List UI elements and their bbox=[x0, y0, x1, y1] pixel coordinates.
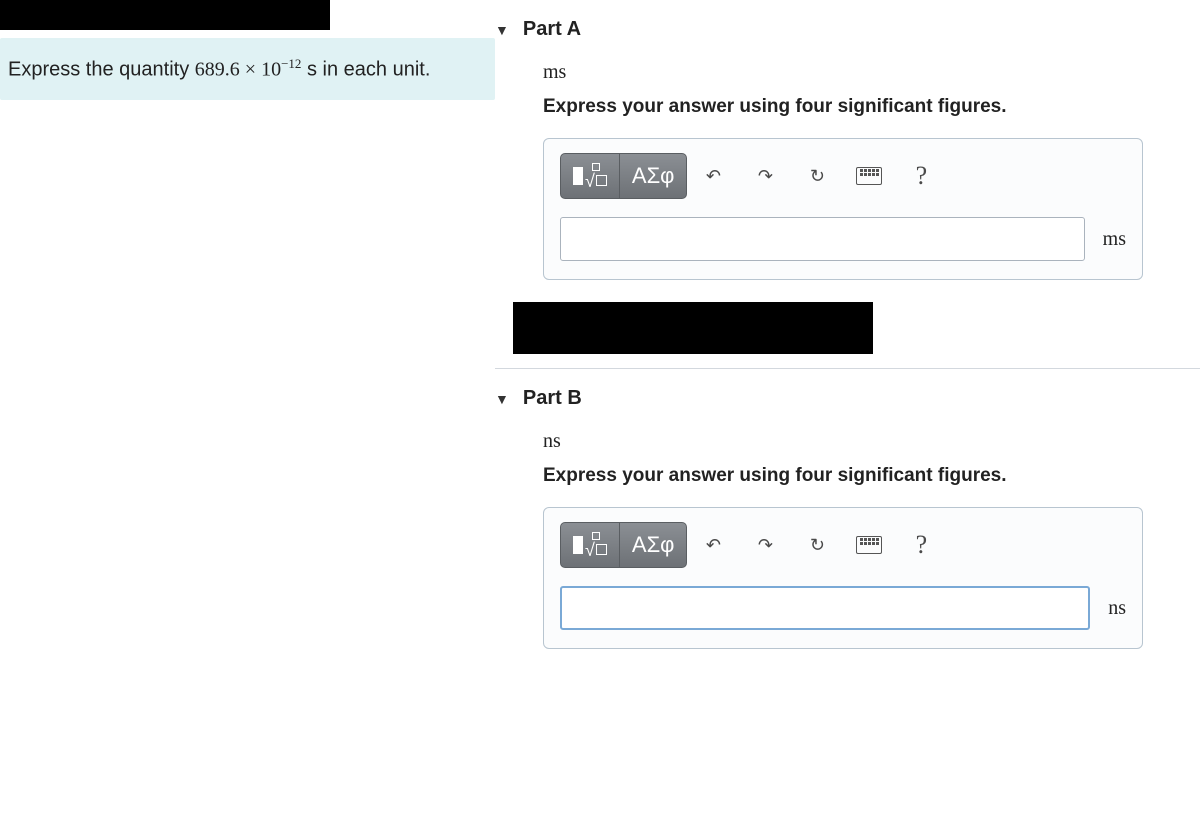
part-a-answer-panel: √ ΑΣφ ↶ ↷ bbox=[543, 138, 1143, 280]
help-icon: ? bbox=[916, 530, 928, 560]
greek-button[interactable]: ΑΣφ bbox=[620, 522, 688, 568]
part-a-unit-suffix: ms bbox=[1103, 228, 1126, 251]
part-divider bbox=[495, 368, 1200, 369]
redacted-submit bbox=[513, 302, 873, 354]
help-icon: ? bbox=[916, 161, 928, 191]
redo-button[interactable]: ↷ bbox=[739, 522, 791, 568]
greek-button[interactable]: ΑΣφ bbox=[620, 153, 688, 199]
undo-icon: ↶ bbox=[706, 535, 721, 556]
keyboard-icon bbox=[856, 167, 882, 185]
redacted-header bbox=[0, 0, 330, 30]
prompt-times: × bbox=[240, 59, 261, 81]
reset-icon: ↻ bbox=[810, 166, 825, 187]
collapse-icon: ▼ bbox=[495, 22, 509, 38]
prompt-exponent: −12 bbox=[281, 56, 301, 71]
collapse-icon: ▼ bbox=[495, 391, 509, 407]
redo-icon: ↷ bbox=[758, 535, 773, 556]
templates-button[interactable]: √ bbox=[560, 153, 620, 199]
part-a-instruction: Express your answer using four significa… bbox=[543, 96, 1200, 118]
part-a-header[interactable]: ▼ Part A bbox=[495, 10, 1200, 61]
part-b-unit-label: ns bbox=[543, 430, 1200, 453]
reset-button[interactable]: ↻ bbox=[791, 522, 843, 568]
greek-label: ΑΣφ bbox=[632, 532, 675, 558]
prompt-prefix: Express the quantity bbox=[8, 59, 195, 81]
greek-label: ΑΣφ bbox=[632, 163, 675, 189]
prompt-suffix: s in each unit. bbox=[301, 59, 430, 81]
part-b-title: Part B bbox=[523, 387, 582, 410]
undo-button[interactable]: ↶ bbox=[687, 153, 739, 199]
prompt-value: 689.6 bbox=[195, 59, 240, 81]
reset-icon: ↻ bbox=[810, 535, 825, 556]
part-b-block: ▼ Part B ns Express your answer using fo… bbox=[495, 379, 1200, 649]
part-b-answer-panel: √ ΑΣφ ↶ ↷ bbox=[543, 507, 1143, 649]
part-a-unit-label: ms bbox=[543, 61, 1200, 84]
keyboard-button[interactable] bbox=[843, 153, 895, 199]
reset-button[interactable]: ↻ bbox=[791, 153, 843, 199]
templates-button[interactable]: √ bbox=[560, 522, 620, 568]
part-a-title: Part A bbox=[523, 18, 581, 41]
part-b-instruction: Express your answer using four significa… bbox=[543, 465, 1200, 487]
keyboard-button[interactable] bbox=[843, 522, 895, 568]
help-button[interactable]: ? bbox=[895, 153, 947, 199]
part-b-unit-suffix: ns bbox=[1108, 597, 1126, 620]
templates-icon: √ bbox=[573, 163, 607, 190]
part-b-answer-input[interactable] bbox=[560, 586, 1090, 630]
prompt-base: 10 bbox=[261, 59, 281, 81]
part-b-toolbar: √ ΑΣφ ↶ ↷ bbox=[560, 522, 1126, 568]
question-prompt: Express the quantity 689.6 × 10−12 s in … bbox=[0, 38, 495, 100]
undo-icon: ↶ bbox=[706, 166, 721, 187]
keyboard-icon bbox=[856, 536, 882, 554]
redo-icon: ↷ bbox=[758, 166, 773, 187]
redo-button[interactable]: ↷ bbox=[739, 153, 791, 199]
part-a-answer-input[interactable] bbox=[560, 217, 1085, 261]
part-a-block: ▼ Part A ms Express your answer using fo… bbox=[495, 10, 1200, 280]
help-button[interactable]: ? bbox=[895, 522, 947, 568]
part-b-header[interactable]: ▼ Part B bbox=[495, 379, 1200, 430]
undo-button[interactable]: ↶ bbox=[687, 522, 739, 568]
part-a-toolbar: √ ΑΣφ ↶ ↷ bbox=[560, 153, 1126, 199]
templates-icon: √ bbox=[573, 532, 607, 559]
